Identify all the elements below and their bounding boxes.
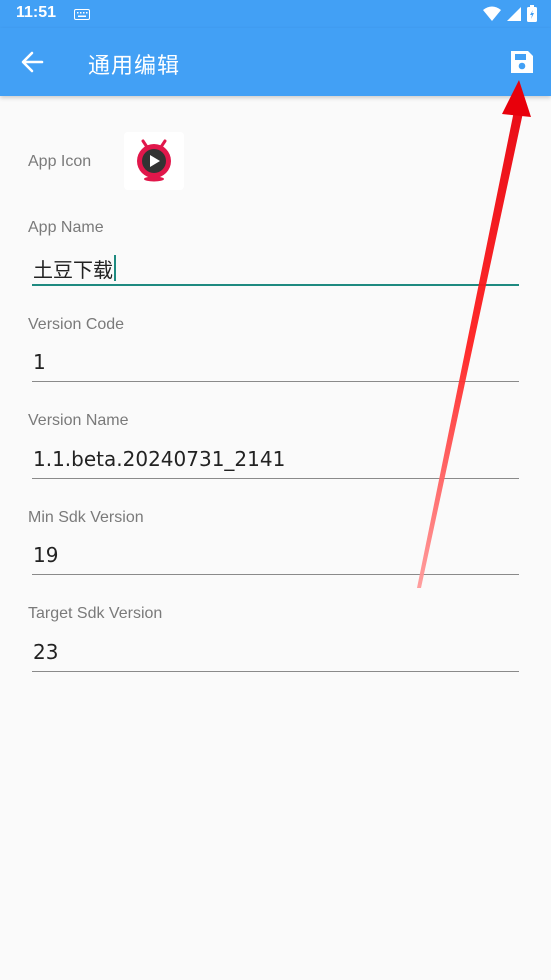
version-name-value: 1.1.beta.20240731_2141 <box>33 447 286 471</box>
app-icon[interactable] <box>124 132 184 190</box>
target-sdk-value: 23 <box>33 640 59 664</box>
signal-icon <box>507 6 521 27</box>
status-time: 11:51 <box>16 4 57 21</box>
annotation-arrow <box>417 80 531 588</box>
page-title: 通用编辑 <box>88 54 181 79</box>
app-name-value: 土豆下载 <box>33 254 116 283</box>
battery-icon <box>527 5 537 27</box>
version-name-input[interactable]: 1.1.beta.20240731_2141 <box>32 443 519 479</box>
version-code-input[interactable]: 1 <box>32 346 519 382</box>
arrow-left-icon <box>21 51 44 73</box>
text-cursor <box>114 255 116 281</box>
target-sdk-label: Target Sdk Version <box>28 605 163 622</box>
min-sdk-label: Min Sdk Version <box>28 509 144 526</box>
tudou-logo-icon <box>137 139 171 182</box>
app-name-input[interactable]: 土豆下载 <box>32 250 519 286</box>
keyboard-icon <box>74 7 90 25</box>
save-button[interactable] <box>506 46 538 78</box>
version-name-label: Version Name <box>28 412 129 429</box>
app-bar: 通用编辑 <box>0 28 551 96</box>
back-button[interactable] <box>18 48 50 76</box>
target-sdk-input[interactable]: 23 <box>32 636 519 672</box>
app-icon-label: App Icon <box>28 153 92 170</box>
app-name-label: App Name <box>28 219 104 236</box>
min-sdk-value: 19 <box>33 543 59 567</box>
status-bar: 11:51 <box>0 0 551 28</box>
version-code-label: Version Code <box>28 316 125 333</box>
min-sdk-input[interactable]: 19 <box>32 539 519 575</box>
version-code-value: 1 <box>33 350 46 374</box>
floppy-disk-icon <box>511 51 533 73</box>
wifi-icon <box>483 6 501 27</box>
